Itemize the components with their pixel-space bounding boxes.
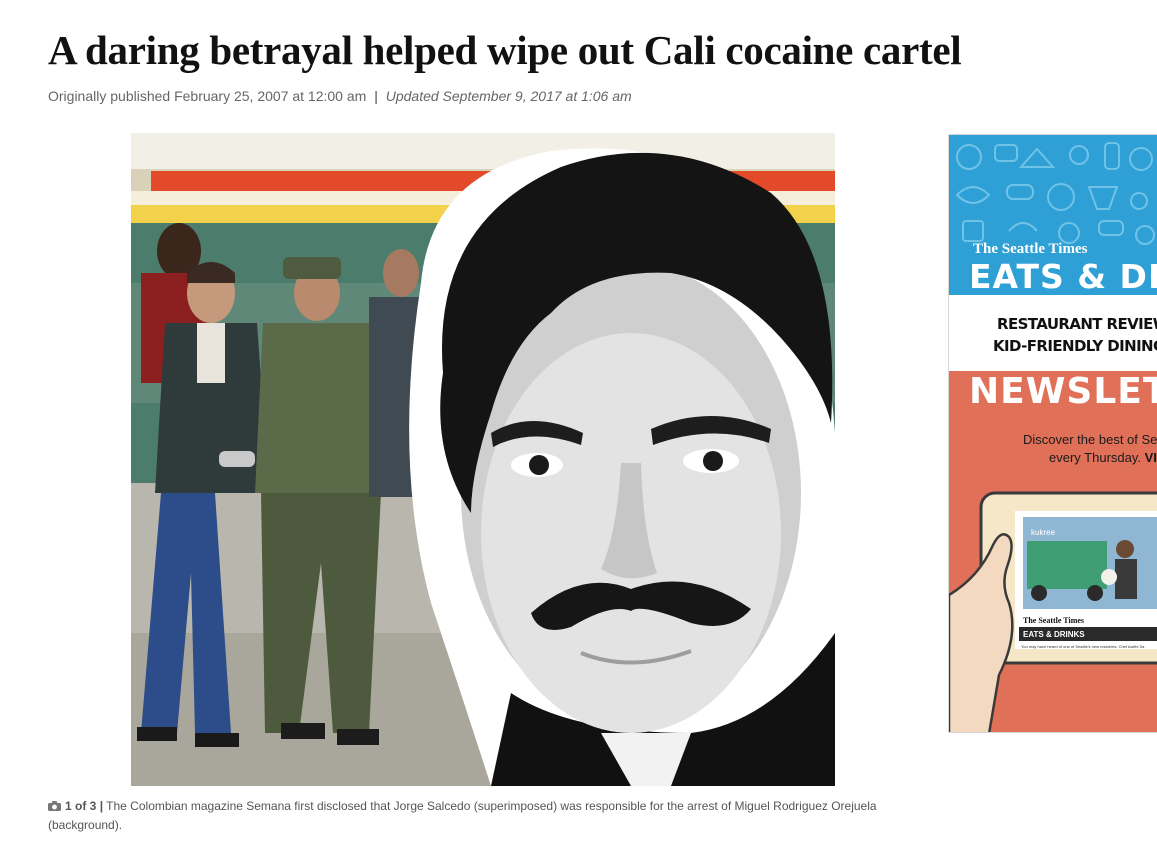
ad-title: EATS & DRI bbox=[969, 257, 1157, 296]
tablet-truck-label: kukree bbox=[1031, 528, 1056, 537]
newsletter-ad[interactable]: The Seattle Times EATS & DRI RESTAURANT … bbox=[948, 134, 1157, 733]
tablet-brand: The Seattle Times bbox=[1023, 616, 1084, 625]
ad-subtitle: RESTAURANT REVIEWS, KID-FRIENDLY DINING … bbox=[993, 313, 1157, 357]
ad-desc-line2: every Thursday. bbox=[1049, 450, 1142, 465]
ad-newsletter-title: NEWSLET bbox=[969, 371, 1157, 412]
caption-text: The Colombian magazine Semana first disc… bbox=[48, 799, 877, 832]
ad-desc-line1: Discover the best of Se bbox=[1023, 432, 1157, 447]
photo-caption: 1 of 3 | The Colombian magazine Semana f… bbox=[48, 797, 898, 835]
ad-subtitle-line1: RESTAURANT REVIEWS, bbox=[997, 315, 1157, 333]
ad-view-link[interactable]: VI bbox=[1145, 450, 1157, 465]
updated-date: Updated September 9, 2017 at 1:06 am bbox=[385, 88, 632, 104]
tablet-illustration: kukree The Seattle Times EATS & DRINKS Y… bbox=[949, 491, 1157, 732]
article-dateline: Originally published February 25, 2007 a… bbox=[48, 88, 632, 104]
photo-illustration bbox=[131, 133, 835, 786]
ad-description: Discover the best of Se every Thursday. … bbox=[1023, 431, 1157, 467]
ad-subtitle-line2: KID-FRIENDLY DINING A bbox=[993, 337, 1157, 355]
dateline-separator: | bbox=[374, 88, 378, 104]
tablet-blurb: You may have heard of one of Seattle's n… bbox=[1021, 644, 1145, 649]
ad-brand: The Seattle Times bbox=[973, 241, 1088, 257]
article-headline: A daring betrayal helped wipe out Cali c… bbox=[48, 27, 962, 73]
photo-count: 1 of 3 bbox=[65, 799, 97, 813]
camera-icon bbox=[48, 801, 61, 811]
published-date: Originally published February 25, 2007 a… bbox=[48, 88, 367, 104]
caption-separator: | bbox=[99, 799, 104, 813]
article-photo[interactable] bbox=[131, 133, 835, 786]
tablet-section: EATS & DRINKS bbox=[1023, 630, 1085, 639]
